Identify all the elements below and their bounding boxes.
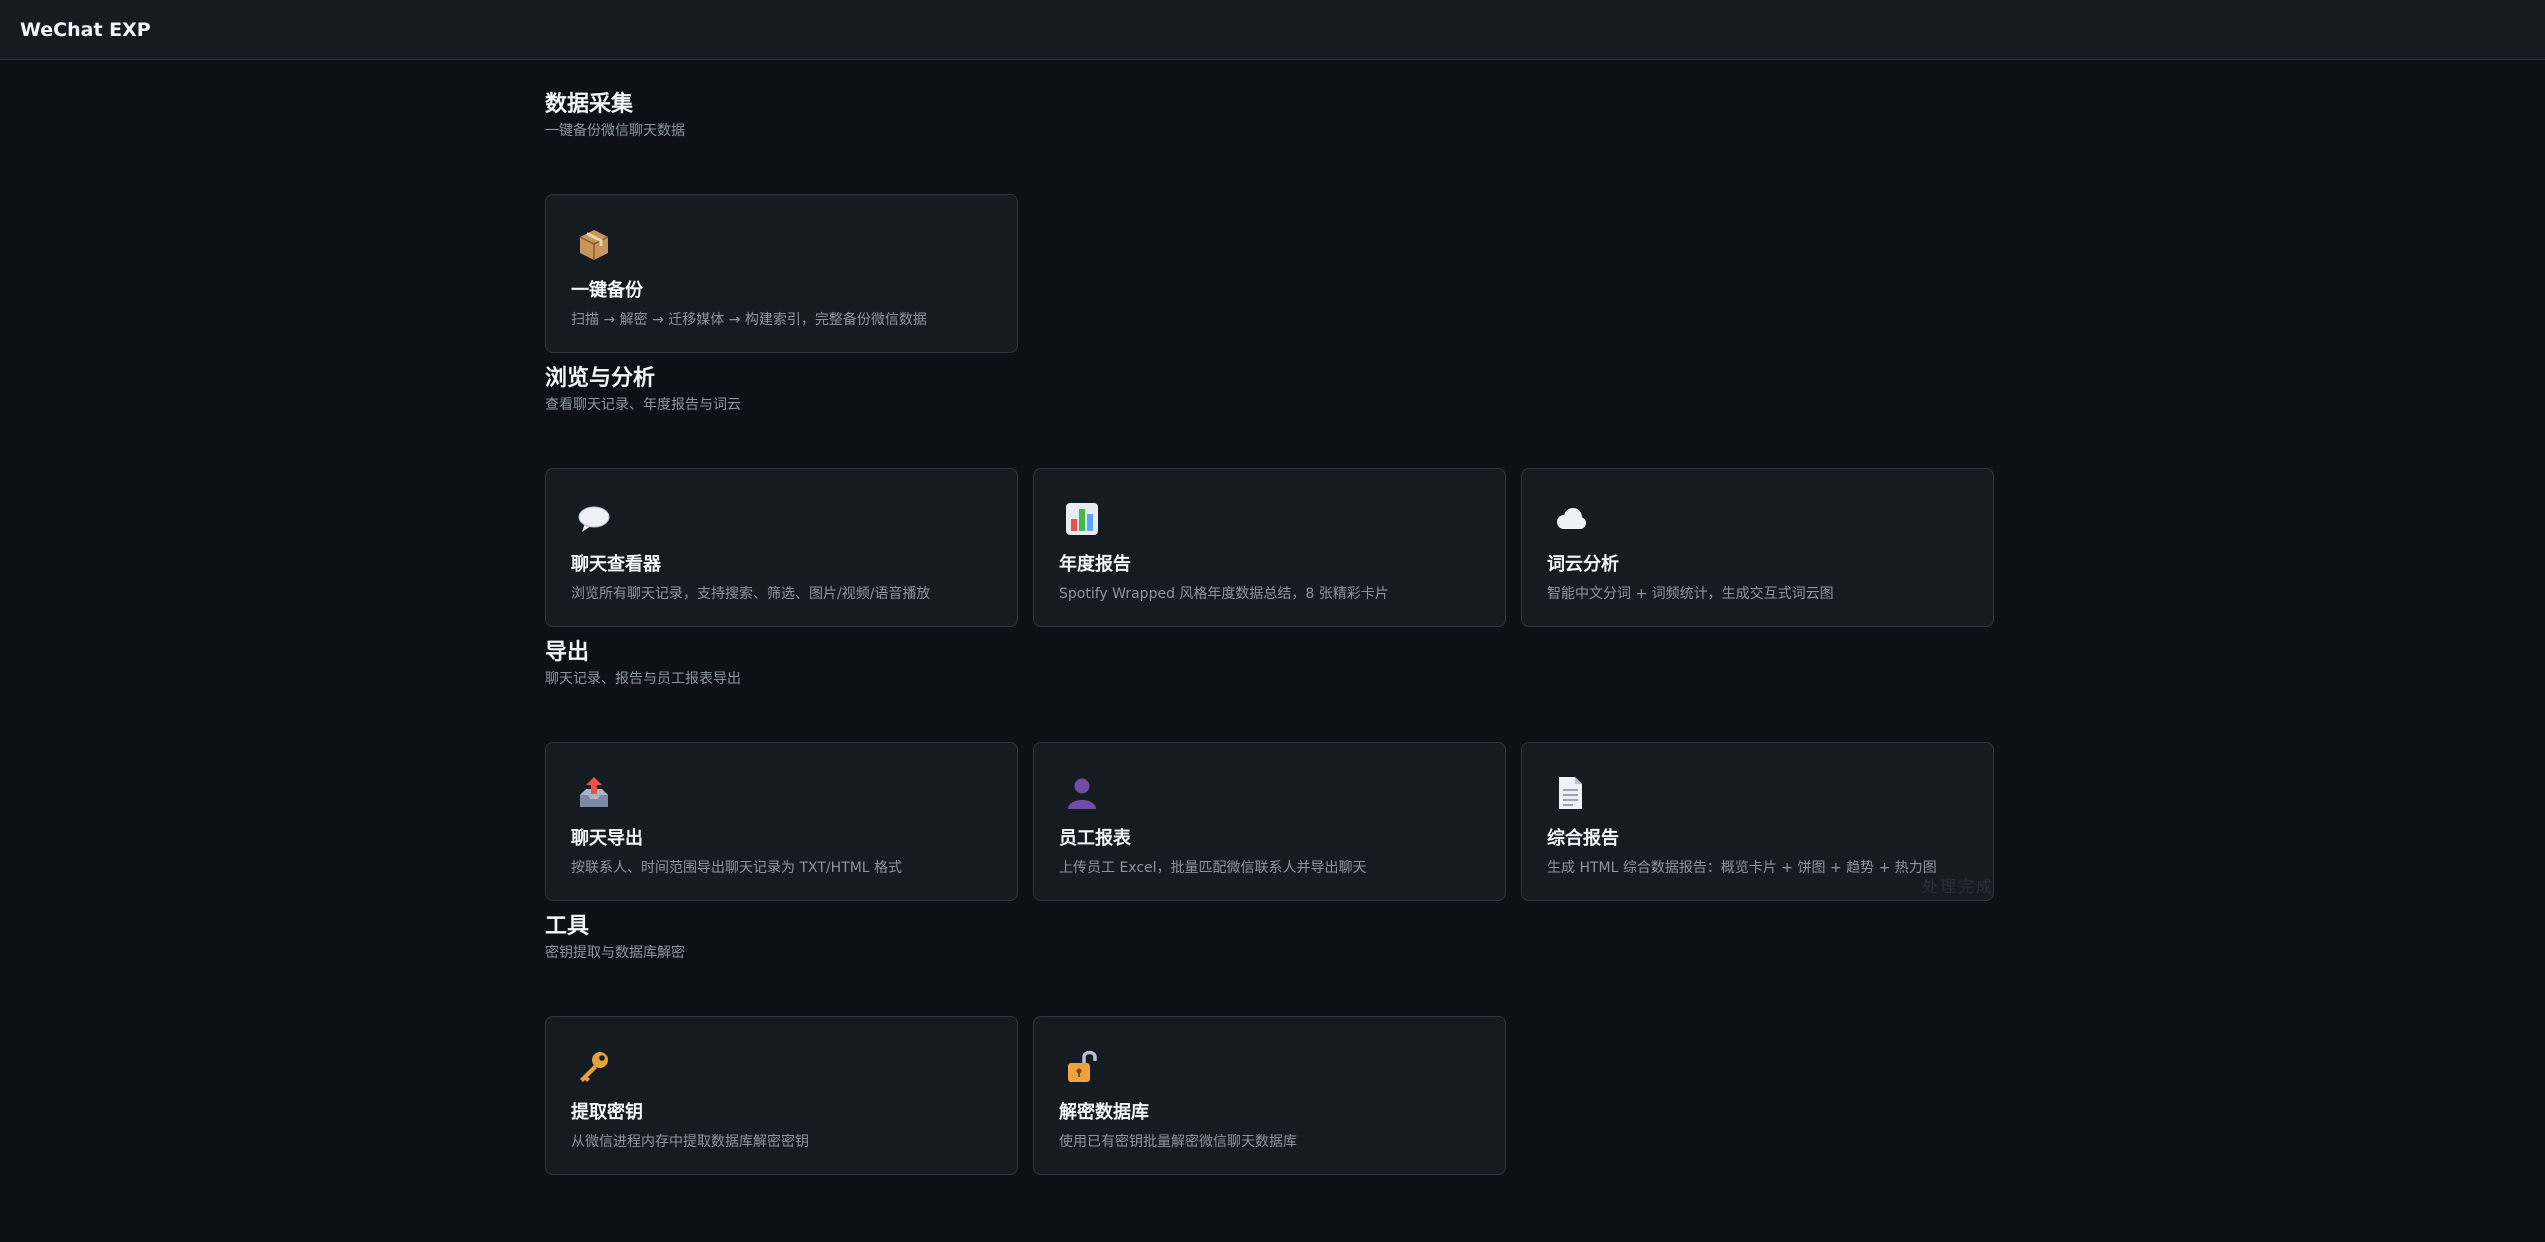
- section-export: 导出 聊天记录、报告与员工报表导出 聊天导出 按联系人、时间范围导出聊天记录为 …: [545, 638, 1997, 901]
- app-title: WeChat EXP: [20, 18, 151, 41]
- section-browse-analysis: 浏览与分析 查看聊天记录、年度报告与词云 聊天查看器 浏览所有聊天记录，支持搜索…: [545, 364, 1997, 627]
- card-decrypt-database[interactable]: 解密数据库 使用已有密钥批量解密微信聊天数据库: [1033, 1016, 1506, 1175]
- card-title: 综合报告: [1547, 828, 1619, 849]
- document-icon: [1552, 775, 1588, 811]
- section-title: 工具: [545, 914, 590, 939]
- outbox-tray-icon: [576, 775, 612, 811]
- section-data-collection: 数据采集 一键备份微信聊天数据 一键备份 扫描 → 解密 → 迁移媒体 → 构建…: [545, 90, 1997, 353]
- section-subtitle: 密钥提取与数据库解密: [545, 945, 685, 961]
- card-title: 员工报表: [1059, 828, 1131, 849]
- card-description: 使用已有密钥批量解密微信聊天数据库: [1059, 1134, 1297, 1150]
- card-description: 智能中文分词 + 词频统计，生成交互式词云图: [1547, 586, 1834, 602]
- cloud-icon: [1552, 501, 1588, 537]
- card-description: Spotify Wrapped 风格年度数据总结，8 张精彩卡片: [1059, 586, 1389, 602]
- card-title: 提取密钥: [571, 1102, 643, 1123]
- card-one-click-backup[interactable]: 一键备份 扫描 → 解密 → 迁移媒体 → 构建索引，完整备份微信数据: [545, 194, 1018, 353]
- card-title: 词云分析: [1547, 554, 1619, 575]
- card-description: 从微信进程内存中提取数据库解密密钥: [571, 1134, 809, 1150]
- card-description: 上传员工 Excel，批量匹配微信联系人并导出聊天: [1059, 860, 1367, 876]
- section-tools: 工具 密钥提取与数据库解密 提取密钥 从微信进程内存中提取数据库解密密钥 解密数…: [545, 912, 1997, 1175]
- card-description: 浏览所有聊天记录，支持搜索、筛选、图片/视频/语音播放: [571, 586, 931, 602]
- section-title: 浏览与分析: [545, 366, 656, 391]
- card-title: 聊天查看器: [571, 554, 661, 575]
- user-silhouette-icon: [1064, 775, 1100, 811]
- card-description: 按联系人、时间范围导出聊天记录为 TXT/HTML 格式: [571, 860, 903, 876]
- card-word-cloud[interactable]: 词云分析 智能中文分词 + 词频统计，生成交互式词云图: [1521, 468, 1994, 627]
- card-annual-report[interactable]: 年度报告 Spotify Wrapped 风格年度数据总结，8 张精彩卡片: [1033, 468, 1506, 627]
- status-text: 处理完成: [1922, 877, 1995, 896]
- card-title: 聊天导出: [571, 828, 643, 849]
- section-subtitle: 查看聊天记录、年度报告与词云: [545, 397, 741, 413]
- card-description: 扫描 → 解密 → 迁移媒体 → 构建索引，完整备份微信数据: [571, 312, 927, 328]
- top-bar: WeChat EXP: [0, 0, 2545, 60]
- card-title: 一键备份: [571, 280, 643, 301]
- card-extract-key[interactable]: 提取密钥 从微信进程内存中提取数据库解密密钥: [545, 1016, 1018, 1175]
- section-title: 数据采集: [545, 92, 634, 117]
- section-subtitle: 一键备份微信聊天数据: [545, 123, 685, 139]
- package-icon: [576, 227, 612, 263]
- card-chat-viewer[interactable]: 聊天查看器 浏览所有聊天记录，支持搜索、筛选、图片/视频/语音播放: [545, 468, 1018, 627]
- card-title: 年度报告: [1059, 554, 1131, 575]
- unlocked-padlock-icon: [1064, 1049, 1100, 1085]
- key-icon: [576, 1049, 612, 1085]
- bar-chart-icon: [1064, 501, 1100, 537]
- card-employee-report[interactable]: 员工报表 上传员工 Excel，批量匹配微信联系人并导出聊天: [1033, 742, 1506, 901]
- section-subtitle: 聊天记录、报告与员工报表导出: [545, 671, 741, 687]
- speech-bubble-icon: [576, 501, 612, 537]
- card-description: 生成 HTML 综合数据报告：概览卡片 + 饼图 + 趋势 + 热力图: [1547, 860, 1937, 876]
- section-title: 导出: [545, 640, 590, 665]
- card-title: 解密数据库: [1059, 1102, 1149, 1123]
- card-chat-export[interactable]: 聊天导出 按联系人、时间范围导出聊天记录为 TXT/HTML 格式: [545, 742, 1018, 901]
